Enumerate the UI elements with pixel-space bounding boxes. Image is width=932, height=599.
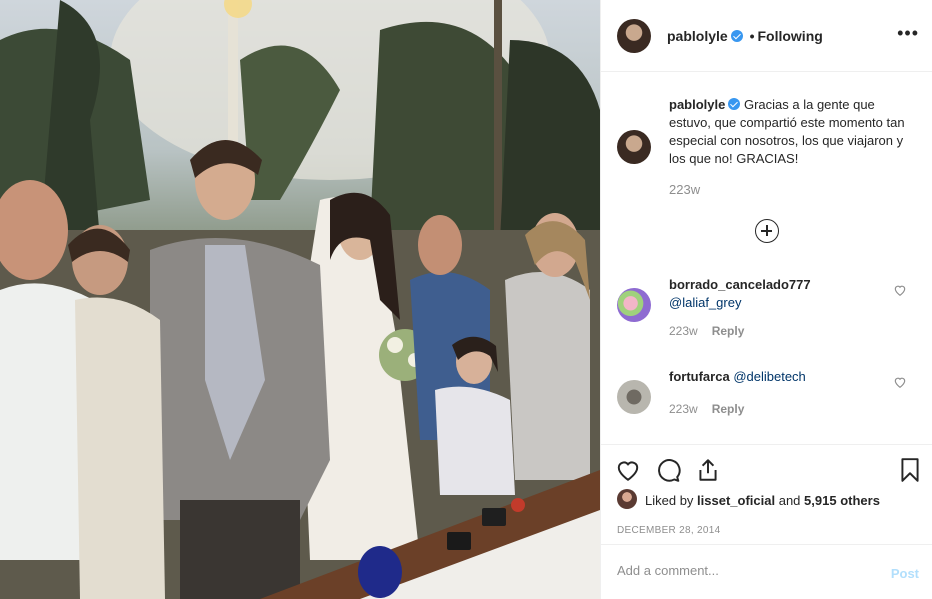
following-button[interactable]: Following [757,28,822,44]
verified-badge-icon [728,98,741,110]
add-comment-bar: Post [601,544,932,599]
comment-like-heart-icon[interactable] [893,375,907,389]
post-header: pablolyle • Following ••• [601,0,932,72]
comment-time[interactable]: 223w [669,402,698,416]
liked-by-user[interactable]: lisset_oficial [697,493,775,508]
post-comment-button[interactable]: Post [891,566,919,581]
caption-username[interactable]: pablolyle [669,97,725,112]
verified-badge-icon [730,30,743,42]
comment-text-block: borrado_cancelado777 @laliaf_grey [669,276,889,312]
reply-button[interactable]: Reply [712,402,745,416]
separator-dot: • [749,28,755,44]
post-actions: Liked by lisset_oficial and 5,915 others… [601,444,932,554]
share-icon[interactable] [695,457,721,483]
comment-text-block: fortufarca @delibetech [669,368,889,386]
wedding-ceremony-photo [0,0,600,599]
bookmark-icon[interactable] [897,457,923,483]
more-horizontal-icon[interactable]: ••• [897,24,919,42]
liked-by-and: and [778,493,801,508]
liked-by-prefix: Liked by [645,493,694,508]
header-user-line: pablolyle • Following [667,28,823,44]
post-date[interactable]: December 28, 2014 [617,525,720,536]
caption-avatar[interactable] [617,130,651,164]
caption-text-block: pablolyle Gracias a la gente que estuvo,… [669,96,917,168]
comment-mention[interactable]: @delibetech [733,369,805,384]
commenter-avatar[interactable] [617,380,651,414]
post-photo[interactable] [0,0,600,599]
comment-item: borrado_cancelado777 @laliaf_grey 223w Re… [601,276,932,338]
comment-meta: 223w Reply [669,324,744,338]
likes-others-count[interactable]: 5,915 others [804,493,880,508]
comment-mention[interactable]: @laliaf_grey [669,294,889,312]
comment-username[interactable]: fortufarca [669,369,730,384]
reply-button[interactable]: Reply [712,324,745,338]
comment-like-heart-icon[interactable] [893,283,907,297]
author-username[interactable]: pablolyle [667,28,728,44]
heart-icon[interactable] [615,457,641,483]
comment-meta: 223w Reply [669,402,744,416]
commenter-avatar[interactable] [617,288,651,322]
author-avatar[interactable] [617,19,651,53]
add-comment-input[interactable] [617,563,867,578]
post-side-panel: pablolyle • Following ••• pablolyle Graci… [600,0,932,599]
comment-item: fortufarca @delibetech 223w Reply [601,368,932,428]
comment-time[interactable]: 223w [669,324,698,338]
plus-circle-icon[interactable] [755,219,779,243]
liker-avatar[interactable] [617,489,637,509]
comment-icon[interactable] [655,457,681,483]
comment-username[interactable]: borrado_cancelado777 [669,276,889,294]
caption-time[interactable]: 223w [669,182,700,197]
likes-text: Liked by lisset_oficial and 5,915 others [645,493,880,508]
